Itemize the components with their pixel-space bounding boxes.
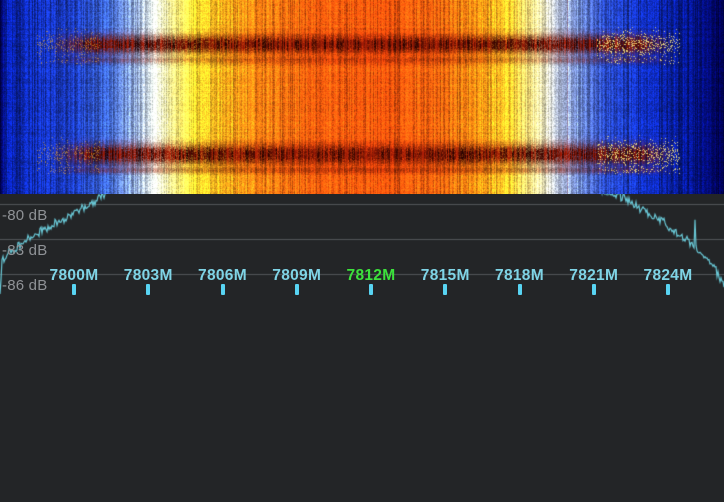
freq-label: 7815M <box>421 267 470 285</box>
db-axis-label: -83 dB <box>2 242 47 259</box>
freq-tick <box>146 284 150 295</box>
freq-label: 7809M <box>272 267 321 285</box>
freq-label: 7803M <box>124 267 173 285</box>
freq-label: 7818M <box>495 267 544 285</box>
freq-tick <box>592 284 596 295</box>
freq-label: 7821M <box>569 267 618 285</box>
freq-label: 7800M <box>50 267 99 285</box>
db-axis-label: -86 dB <box>2 277 47 294</box>
freq-tick <box>443 284 447 295</box>
freq-tick <box>72 284 76 295</box>
freq-tick <box>295 284 299 295</box>
freq-label: 7824M <box>644 267 693 285</box>
freq-label-tuned: 7812M <box>347 267 396 285</box>
sdr-app-screen: -61 dB-64 dB-67 dB-70 dB-74 dB-77 dB-80 … <box>0 0 724 502</box>
waterfall-display[interactable] <box>0 0 724 194</box>
db-axis-label: -80 dB <box>2 207 47 224</box>
freq-tick <box>666 284 670 295</box>
freq-label: 7806M <box>198 267 247 285</box>
freq-tick <box>221 284 225 295</box>
freq-tick <box>518 284 522 295</box>
freq-tick <box>369 284 373 295</box>
